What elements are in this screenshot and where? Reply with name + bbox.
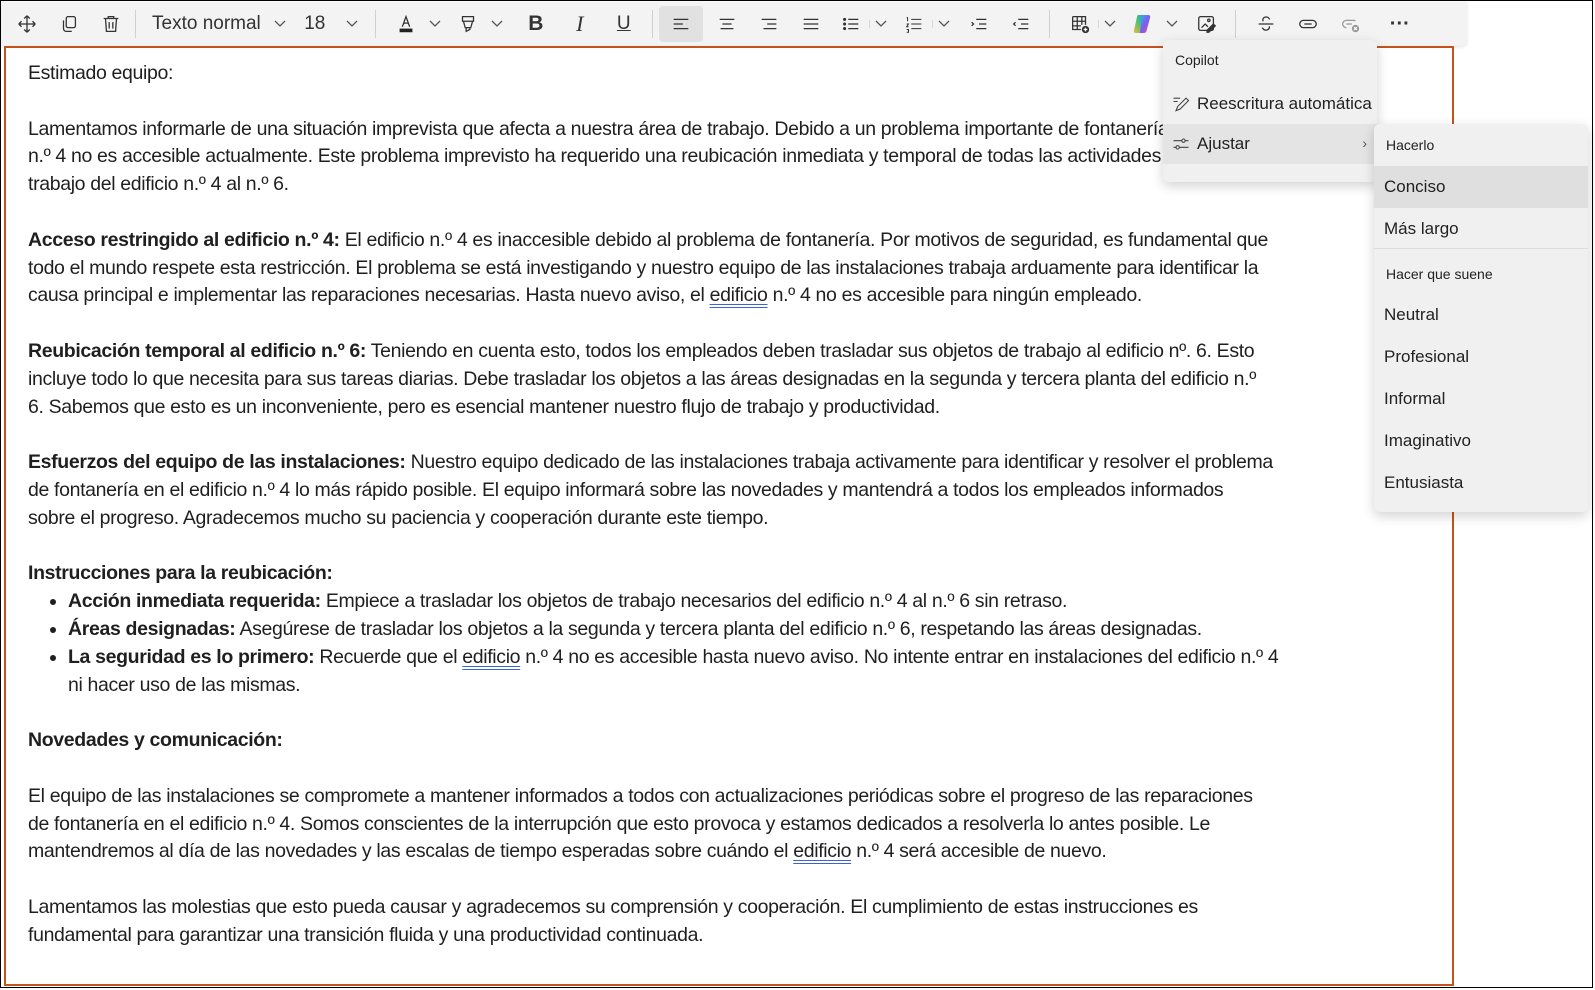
- toolbar-divider: [1234, 10, 1236, 38]
- font-color-button[interactable]: [388, 6, 424, 42]
- align-center-icon: [719, 18, 735, 30]
- submenu-heading-make-it-sound: Hacer que suene: [1386, 266, 1493, 282]
- closing-paragraph: Lamentamos las molestias que esto pueda …: [28, 895, 1198, 946]
- copilot-menu-title: Copilot: [1175, 52, 1219, 68]
- insert-table-button[interactable]: [1062, 6, 1098, 42]
- submenu-item-informal[interactable]: Informal: [1374, 378, 1588, 420]
- align-center-button[interactable]: [709, 6, 745, 42]
- image-edit-icon: [1197, 16, 1216, 33]
- font-size-select[interactable]: 18: [297, 6, 333, 42]
- justify-button[interactable]: [793, 6, 829, 42]
- font-color-chevron-icon[interactable]: [424, 20, 446, 28]
- list-item: La seguridad es lo primero: Recuerde que…: [68, 644, 1428, 700]
- more-options-button[interactable]: ···: [1382, 6, 1418, 42]
- paragraph-style-select[interactable]: Texto normal: [142, 6, 297, 42]
- efforts-heading: Esfuerzos del equipo de las instalacione…: [28, 451, 406, 474]
- highlighter-icon: [461, 16, 474, 33]
- unlink-icon: [1341, 19, 1359, 33]
- email-body-editor[interactable]: Estimado equipo: Lamentamos informarle d…: [4, 46, 1454, 986]
- chevron-down-icon: [269, 20, 291, 28]
- access-paragraph: Acceso restringido al edificio n.º 4: El…: [28, 228, 1269, 307]
- submenu-item-imaginative[interactable]: Imaginativo: [1374, 420, 1588, 462]
- align-left-icon: [673, 18, 689, 30]
- remove-link-button[interactable]: [1332, 6, 1368, 42]
- spelling-flag[interactable]: edificio: [462, 646, 520, 668]
- underline-button[interactable]: U: [606, 6, 642, 42]
- menu-item-adjust[interactable]: Ajustar ›: [1163, 124, 1377, 164]
- copilot-chevron-icon[interactable]: [1161, 20, 1183, 28]
- increase-indent-icon: [970, 18, 987, 30]
- toolbar-divider: [651, 10, 653, 38]
- menu-item-auto-rewrite[interactable]: Reescritura automática: [1163, 84, 1377, 124]
- adjust-submenu: Hacerlo Conciso Más largo Hacer que suen…: [1374, 124, 1588, 512]
- highlight-chevron-icon[interactable]: [486, 20, 508, 28]
- decrease-indent-button[interactable]: [1003, 6, 1039, 42]
- move-icon: [18, 15, 36, 33]
- sliders-icon: [1173, 138, 1189, 150]
- submenu-item-neutral[interactable]: Neutral: [1374, 294, 1588, 336]
- delete-button[interactable]: [93, 6, 129, 42]
- align-right-button[interactable]: [751, 6, 787, 42]
- decrease-indent-icon: [1012, 18, 1029, 30]
- copy-icon: [62, 16, 77, 32]
- highlight-button[interactable]: [450, 6, 486, 42]
- numbered-list-chevron-icon[interactable]: [931, 20, 955, 28]
- insert-link-button[interactable]: [1290, 6, 1326, 42]
- instructions-heading: Instrucciones para la reubicación:: [28, 562, 333, 585]
- toolbar-divider: [135, 10, 136, 38]
- submenu-item-enthusiastic[interactable]: Entusiasta: [1374, 462, 1588, 504]
- submenu-divider: [1374, 248, 1588, 249]
- chevron-right-icon: ›: [1362, 135, 1367, 151]
- font-color-icon: [399, 14, 413, 33]
- move-button[interactable]: [9, 6, 45, 42]
- bullet-list-icon: [842, 17, 859, 31]
- font-size-chevron-icon[interactable]: [341, 20, 363, 28]
- submenu-heading-make-it: Hacerlo: [1386, 137, 1435, 153]
- instructions-block: Instrucciones para la reubicación: Acció…: [28, 560, 1428, 699]
- access-heading: Acceso restringido al edificio n.º 4:: [28, 228, 340, 251]
- list-item: Acción inmediata requerida: Empiece a tr…: [68, 588, 1428, 616]
- align-right-icon: [761, 18, 777, 30]
- copilot-button[interactable]: [1125, 6, 1161, 42]
- numbered-list-button[interactable]: [896, 6, 932, 42]
- bullet-list-button[interactable]: [833, 6, 869, 42]
- italic-button[interactable]: I: [562, 6, 598, 42]
- updates-paragraph: El equipo de las instalaciones se compro…: [28, 784, 1253, 863]
- align-left-button[interactable]: [658, 6, 703, 42]
- spelling-flag[interactable]: edificio: [710, 284, 768, 306]
- trash-icon: [103, 16, 119, 32]
- submenu-item-longer[interactable]: Más largo: [1374, 208, 1588, 250]
- submenu-item-concise[interactable]: Conciso: [1374, 166, 1588, 208]
- relocation-paragraph: Reubicación temporal al edificio n.º 6: …: [28, 339, 1256, 418]
- toolbar-divider: [374, 10, 376, 38]
- copilot-menu: Copilot Reescritura automática Ajustar ›: [1163, 40, 1377, 182]
- document-content[interactable]: Estimado equipo: Lamentamos informarle d…: [28, 60, 1428, 977]
- rewrite-pencil-icon: [1173, 97, 1190, 112]
- numbered-list-icon: [905, 17, 922, 33]
- justify-icon: [803, 18, 819, 30]
- copilot-icon: [1133, 15, 1150, 33]
- copy-button[interactable]: [51, 6, 87, 42]
- bullet-list-chevron-icon[interactable]: [868, 20, 892, 28]
- toolbar-divider: [1048, 10, 1050, 38]
- table-add-icon: [1071, 16, 1089, 34]
- relocation-heading: Reubicación temporal al edificio n.º 6:: [28, 339, 367, 362]
- spelling-flag[interactable]: edificio: [793, 840, 851, 862]
- bold-button[interactable]: B: [518, 6, 554, 42]
- strikethrough-button[interactable]: [1248, 6, 1284, 42]
- edit-image-button[interactable]: [1189, 6, 1225, 42]
- increase-indent-button[interactable]: [961, 6, 997, 42]
- list-item: Áreas designadas: Asegúrese de trasladar…: [68, 616, 1428, 644]
- efforts-paragraph: Esfuerzos del equipo de las instalacione…: [28, 451, 1273, 529]
- insert-table-chevron-icon[interactable]: [1097, 20, 1121, 28]
- paragraph-style-value: Texto normal: [152, 13, 261, 34]
- instructions-list: Acción inmediata requerida: Empiece a tr…: [28, 588, 1428, 699]
- strikethrough-icon: [1258, 16, 1274, 31]
- submenu-item-professional[interactable]: Profesional: [1374, 336, 1588, 378]
- font-size-value: 18: [304, 13, 326, 34]
- updates-heading: Novedades y comunicación:: [28, 729, 283, 752]
- link-icon: [1298, 19, 1317, 29]
